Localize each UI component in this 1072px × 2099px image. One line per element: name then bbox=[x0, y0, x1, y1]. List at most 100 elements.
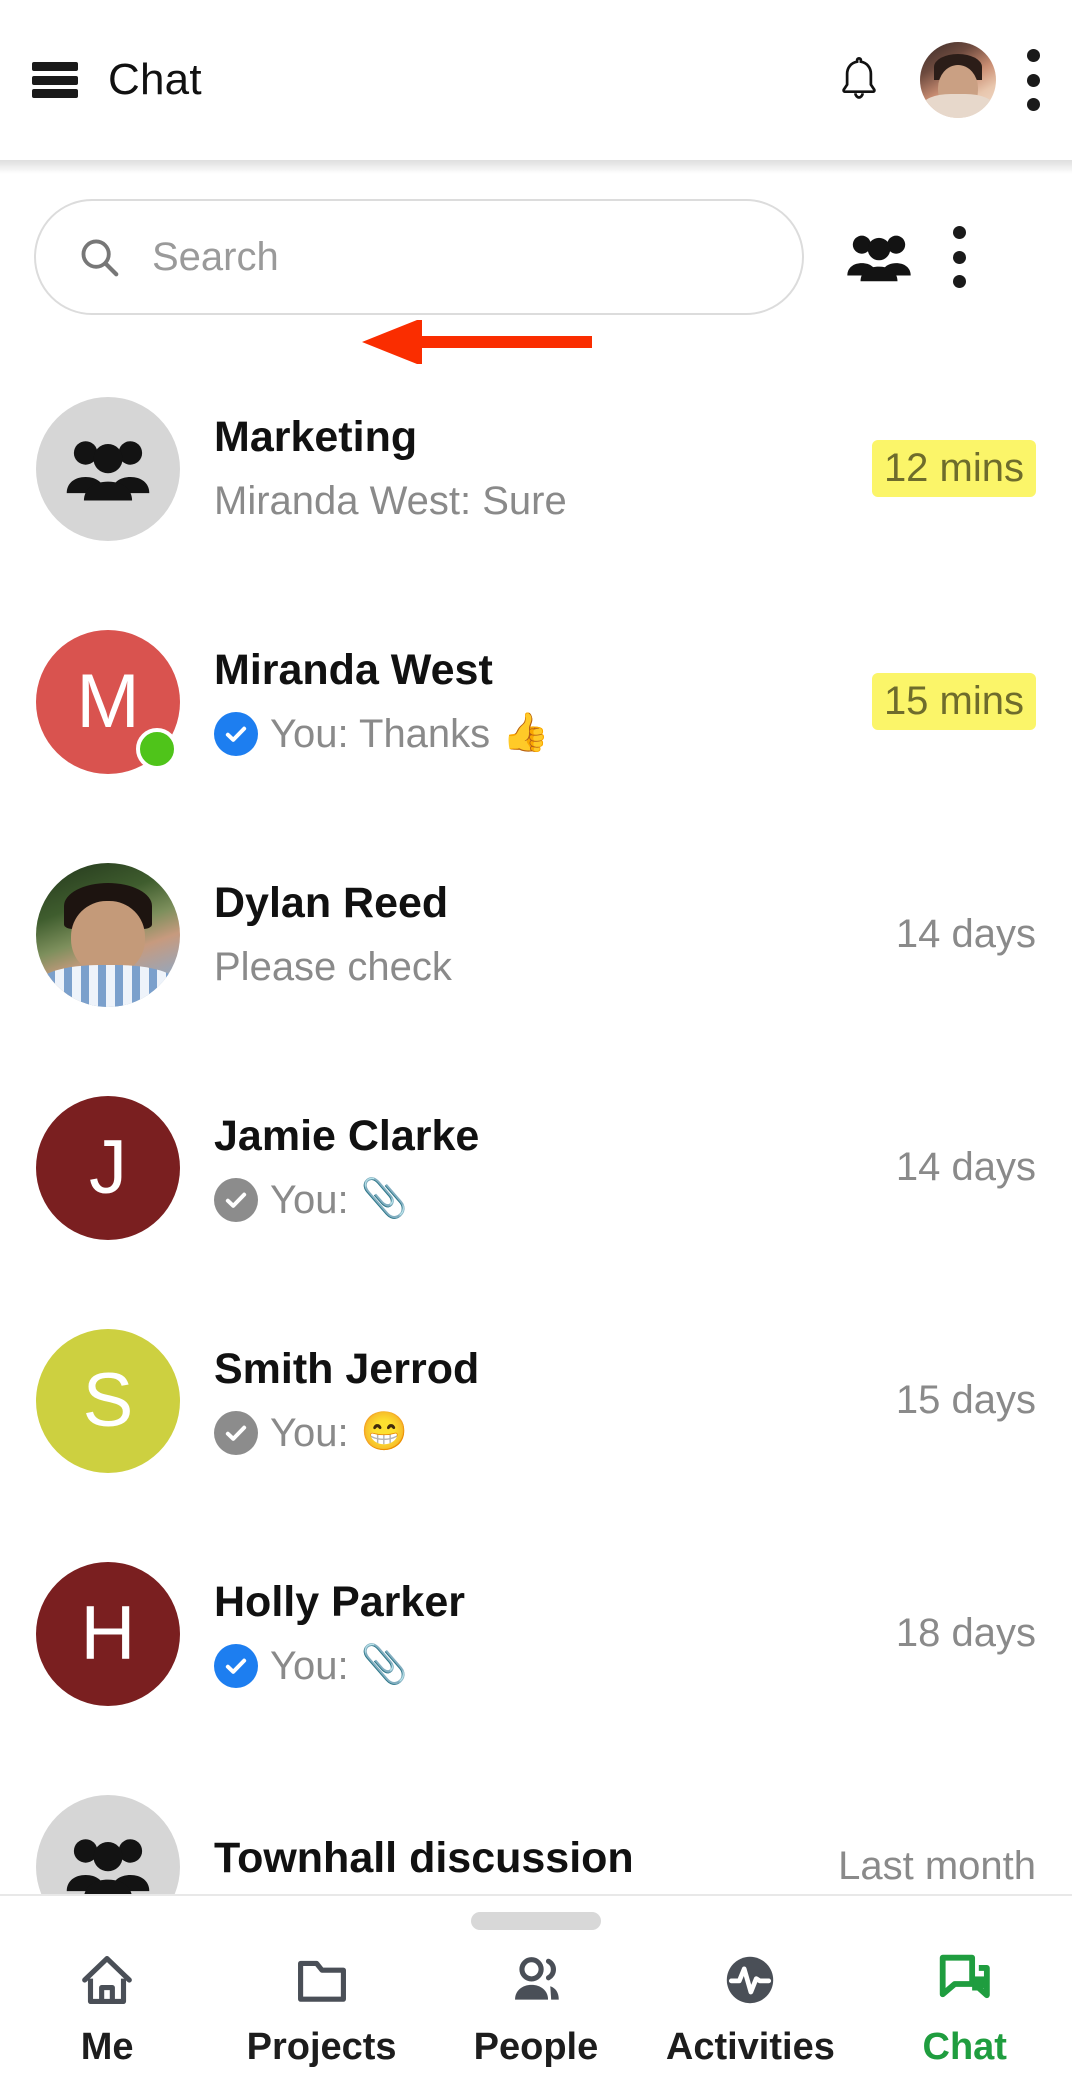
preview-text: You: Thanks bbox=[270, 712, 491, 757]
avatar-wrapper: M bbox=[36, 629, 180, 774]
search-placeholder: Search bbox=[152, 234, 279, 279]
sent-receipt-icon bbox=[214, 1411, 258, 1456]
chat-item-name: Smith Jerrod bbox=[214, 1344, 480, 1393]
avatar-wrapper: J bbox=[36, 1095, 180, 1240]
timestamp: 15 days bbox=[895, 1378, 1036, 1422]
timestamp: Last month bbox=[838, 1844, 1036, 1888]
preview-text: Miranda West: Sure bbox=[214, 479, 567, 524]
chat-item-name: Jamie Clarke bbox=[214, 1111, 480, 1160]
preview-emoji: 📎 bbox=[360, 1644, 408, 1687]
drag-handle[interactable] bbox=[471, 1912, 601, 1930]
app-bar-shadow bbox=[0, 160, 1072, 174]
chat-list-item[interactable]: H Holly Parker You: 📎 18 days bbox=[0, 1517, 1072, 1750]
nav-item-label: Chat bbox=[922, 2026, 1007, 2068]
chat-app-screen: Chat Search Marketing Miranda West: Sure… bbox=[0, 0, 1072, 2099]
avatar[interactable] bbox=[920, 42, 996, 118]
preview-emoji: 👍 bbox=[502, 712, 550, 755]
chat-item-name: Dylan Reed bbox=[214, 878, 449, 927]
chat-item-content: Marketing Miranda West: Sure bbox=[214, 413, 848, 524]
avatar-body bbox=[922, 94, 994, 118]
online-status-dot bbox=[136, 727, 178, 770]
group-avatar bbox=[36, 396, 180, 541]
avatar-wrapper bbox=[36, 1794, 180, 1894]
chat-list-item[interactable]: Townhall discussion Last month bbox=[0, 1750, 1072, 1894]
avatar-wrapper: S bbox=[36, 1328, 180, 1473]
preview-emoji: 📎 bbox=[360, 1178, 408, 1221]
read-receipt-icon bbox=[214, 1644, 258, 1689]
chat-list-item[interactable]: Marketing Miranda West: Sure 12 mins bbox=[0, 352, 1072, 585]
sent-receipt-icon bbox=[214, 1178, 258, 1223]
nav-item-projects[interactable]: Projects bbox=[222, 1948, 422, 2069]
preview-text: Please check bbox=[214, 945, 452, 990]
chat-list[interactable]: Marketing Miranda West: Sure 12 mins M Miran… bbox=[0, 352, 1072, 1894]
timestamp: 14 days bbox=[895, 1145, 1036, 1189]
chat-bubble-icon bbox=[939, 1954, 990, 1999]
nav-item-chat[interactable]: Chat bbox=[865, 1948, 1065, 2069]
chat-item-preview: You: 📎 bbox=[214, 1643, 872, 1689]
letter-avatar: J bbox=[36, 1095, 180, 1240]
folder-icon bbox=[293, 1948, 351, 2012]
nav-item-label: People bbox=[473, 2026, 599, 2068]
search-row: Search bbox=[0, 196, 1072, 318]
photo-avatar bbox=[36, 862, 180, 1007]
search-input[interactable]: Search bbox=[34, 199, 804, 315]
folder-icon bbox=[297, 1960, 346, 2002]
people-group-icon[interactable] bbox=[846, 230, 912, 284]
app-bar: Chat bbox=[0, 0, 1072, 160]
chat-item-content: Miranda West You: Thanks 👍 bbox=[214, 646, 848, 757]
notification-bell-icon[interactable] bbox=[834, 52, 884, 108]
nav-item-me[interactable]: Me bbox=[7, 1948, 207, 2069]
read-receipt-icon bbox=[214, 712, 258, 757]
people-group-icon bbox=[66, 440, 150, 501]
avatar-wrapper bbox=[36, 396, 180, 541]
chat-item-preview: Please check bbox=[214, 944, 872, 990]
chat-item-name: Miranda West bbox=[214, 645, 493, 694]
group-avatar bbox=[36, 1794, 180, 1894]
chat-item-preview: Miranda West: Sure bbox=[214, 478, 848, 524]
chat-list-item[interactable]: J Jamie Clarke You: 📎 14 days bbox=[0, 1051, 1072, 1284]
timestamp: 14 days bbox=[895, 912, 1036, 956]
avatar-wrapper bbox=[36, 862, 180, 1007]
bottom-navigation: Me Projects People Activities Chat bbox=[0, 1894, 1072, 2099]
chat-item-content: Townhall discussion bbox=[214, 1834, 814, 1894]
chat-bubble-icon bbox=[936, 1948, 994, 2012]
chat-item-content: Dylan Reed Please check bbox=[214, 879, 872, 990]
home-icon bbox=[78, 1948, 136, 2012]
chat-list-item[interactable]: Dylan Reed Please check 14 days bbox=[0, 818, 1072, 1051]
nav-item-label: Projects bbox=[246, 2026, 397, 2068]
nav-item-label: Me bbox=[80, 2026, 134, 2068]
timestamp-highlighted: 12 mins bbox=[871, 440, 1036, 497]
preview-emoji: 😁 bbox=[360, 1411, 408, 1454]
more-vertical-icon[interactable] bbox=[1026, 49, 1040, 111]
chat-item-preview: You: Thanks 👍 bbox=[214, 711, 848, 757]
nav-item-people[interactable]: People bbox=[436, 1948, 636, 2069]
chat-item-preview: You: 😁 bbox=[214, 1410, 872, 1456]
search-more-vertical-icon[interactable] bbox=[952, 226, 966, 288]
letter-avatar: H bbox=[36, 1561, 180, 1706]
pulse-icon bbox=[721, 1948, 779, 2012]
chat-item-content: Smith Jerrod You: 😁 bbox=[214, 1345, 872, 1456]
preview-text: You: bbox=[270, 1178, 349, 1223]
chat-item-content: Jamie Clarke You: 📎 bbox=[214, 1112, 872, 1223]
home-icon bbox=[82, 1956, 133, 2004]
chat-item-name: Townhall discussion bbox=[214, 1833, 634, 1882]
person-icon bbox=[514, 1957, 559, 2000]
hamburger-menu-icon[interactable] bbox=[32, 62, 78, 98]
timestamp: 18 days bbox=[895, 1611, 1036, 1655]
chat-item-name: Holly Parker bbox=[214, 1577, 465, 1626]
person-icon bbox=[507, 1948, 565, 2012]
preview-text: You: bbox=[270, 1411, 349, 1456]
preview-text: You: bbox=[270, 1644, 349, 1689]
chat-item-name: Marketing bbox=[214, 412, 418, 461]
page-title: Chat bbox=[108, 55, 202, 104]
chat-item-preview: You: 📎 bbox=[214, 1177, 872, 1223]
avatar-wrapper: H bbox=[36, 1561, 180, 1706]
chat-list-item[interactable]: S Smith Jerrod You: 😁 15 days bbox=[0, 1284, 1072, 1517]
nav-item-activities[interactable]: Activities bbox=[650, 1948, 850, 2069]
search-icon bbox=[81, 239, 119, 277]
timestamp-highlighted: 15 mins bbox=[871, 673, 1036, 730]
pulse-icon bbox=[727, 1956, 774, 2004]
chat-list-item[interactable]: M Miranda West You: Thanks 👍 15 mins bbox=[0, 585, 1072, 818]
letter-avatar: S bbox=[36, 1328, 180, 1473]
nav-item-label: Activities bbox=[665, 2026, 835, 2068]
